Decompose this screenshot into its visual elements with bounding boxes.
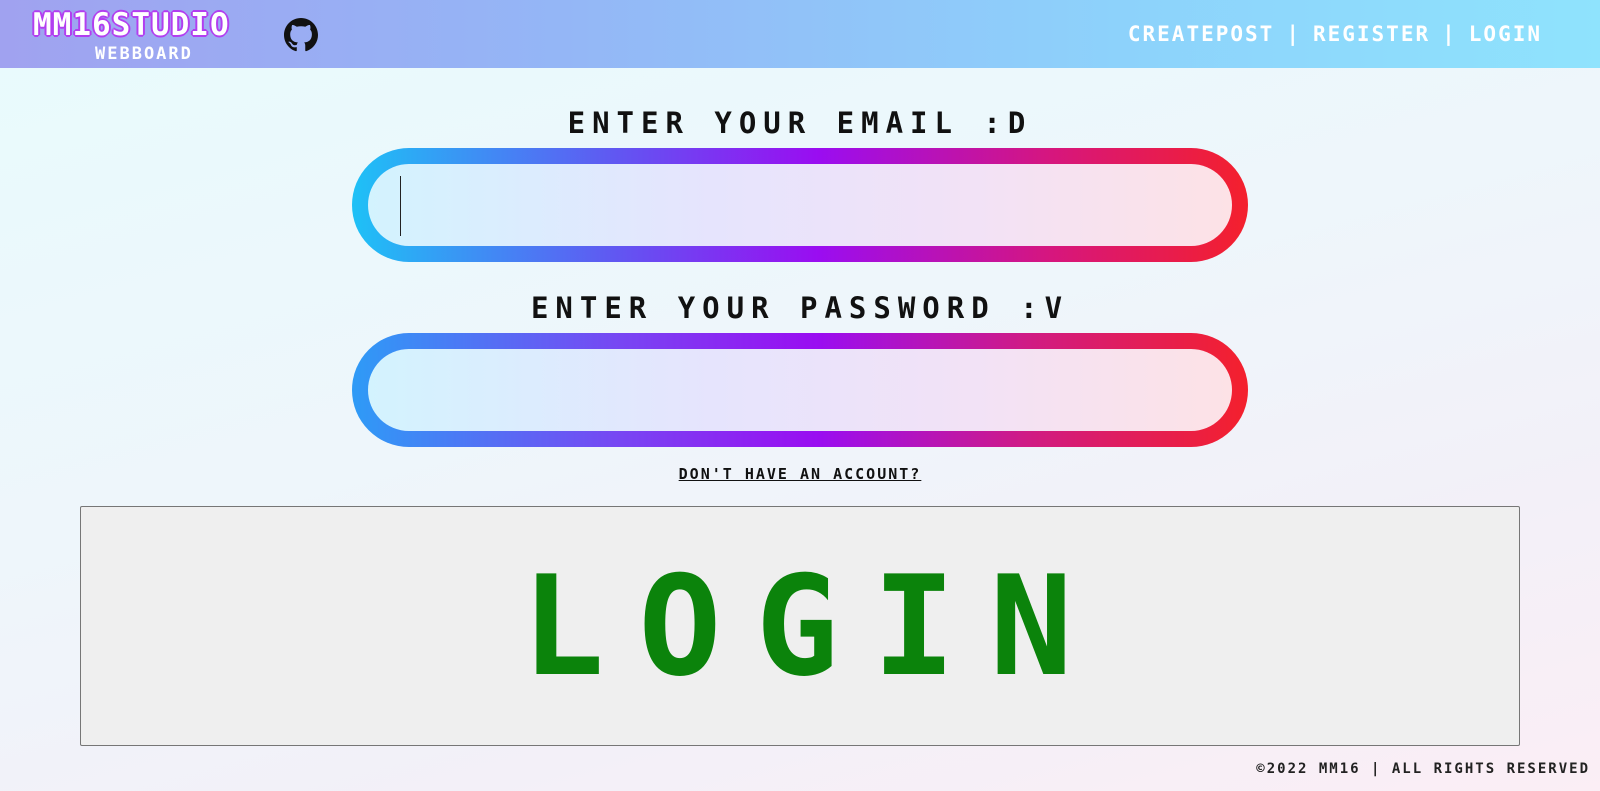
nav-register-link[interactable]: REGISTER — [1313, 22, 1430, 46]
nav-separator: | — [1442, 22, 1457, 46]
password-label: ENTER YOUR PASSWORD :V — [530, 291, 1070, 325]
nav-login-link[interactable]: LOGIN — [1469, 22, 1542, 46]
top-navbar: MM16STUDIO WEBBOARD CREATEPOST | REGISTE… — [0, 0, 1600, 68]
password-field-frame — [352, 333, 1248, 447]
brand-subtitle: WEBBOARD — [95, 44, 193, 64]
nav-createpost-link[interactable]: CREATEPOST — [1128, 22, 1274, 46]
footer-copyright: ©2022 MM16 | ALL RIGHTS RESERVED — [1256, 761, 1590, 777]
nav-links: CREATEPOST | REGISTER | LOGIN — [1128, 22, 1542, 46]
github-icon[interactable] — [284, 18, 318, 52]
email-label: ENTER YOUR EMAIL :D — [567, 106, 1033, 140]
register-link[interactable]: DON'T HAVE AN ACCOUNT? — [0, 465, 1600, 483]
password-field[interactable] — [368, 349, 1232, 431]
email-field[interactable] — [368, 164, 1232, 246]
login-button[interactable]: LOGIN — [80, 506, 1520, 746]
brand-logo[interactable]: MM16STUDIO WEBBOARD — [33, 8, 269, 64]
text-caret — [400, 176, 401, 236]
nav-separator: | — [1286, 22, 1301, 46]
brand-title: MM16STUDIO — [33, 7, 230, 43]
email-field-frame — [352, 148, 1248, 262]
